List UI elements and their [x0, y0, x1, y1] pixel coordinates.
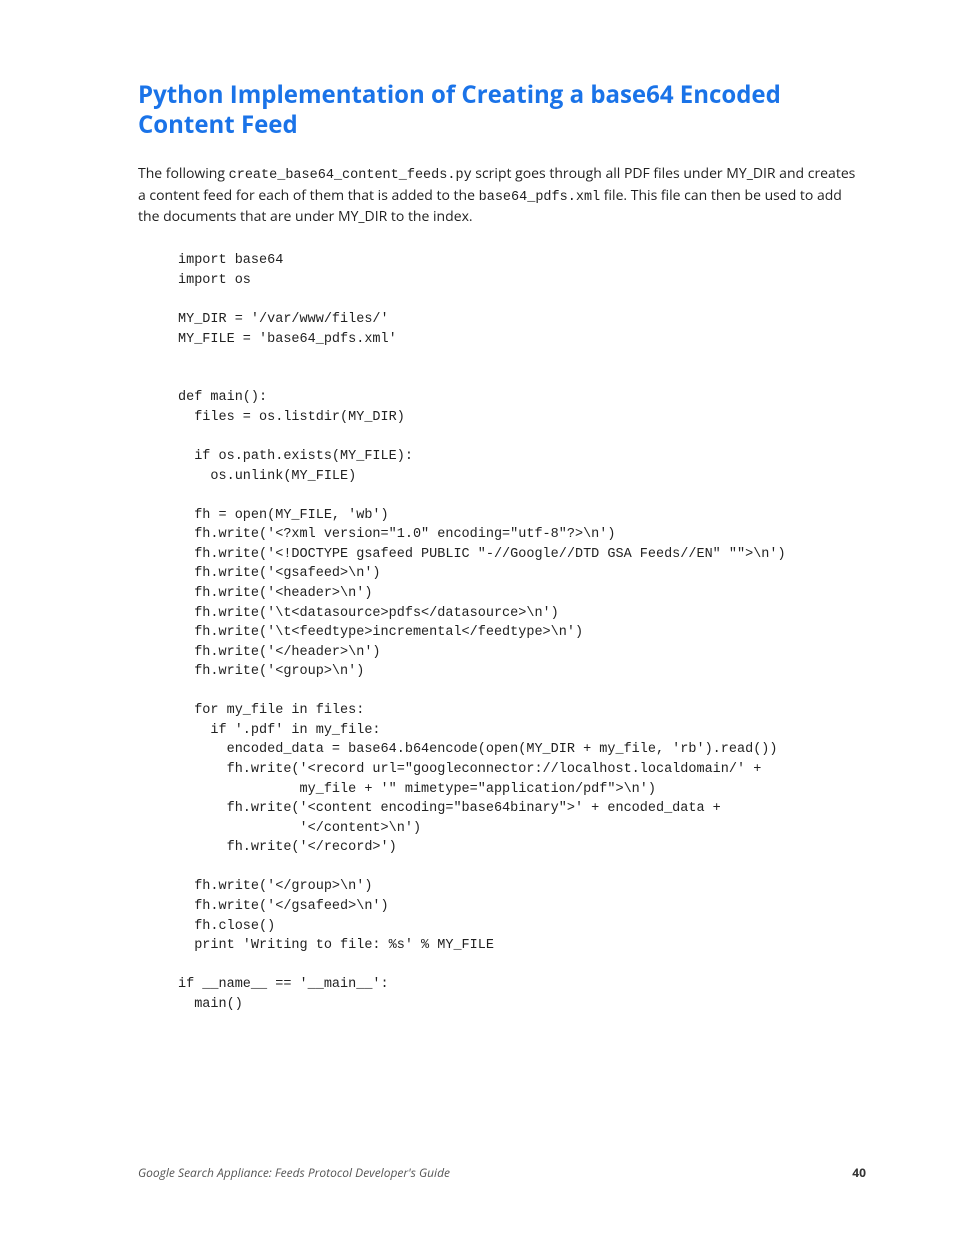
- footer-page-number: 40: [852, 1164, 866, 1181]
- intro-code-2: base64_pdfs.xml: [479, 190, 601, 205]
- code-block: import base64 import os MY_DIR = '/var/w…: [178, 251, 866, 1014]
- page-footer: Google Search Appliance: Feeds Protocol …: [138, 1164, 866, 1181]
- intro-code-1: create_base64_content_feeds.py: [229, 168, 472, 183]
- footer-title: Google Search Appliance: Feeds Protocol …: [138, 1164, 450, 1181]
- page-content: Python Implementation of Creating a base…: [0, 0, 954, 1014]
- intro-paragraph: The following create_base64_content_feed…: [138, 164, 866, 227]
- intro-text-1: The following: [138, 164, 229, 183]
- section-heading: Python Implementation of Creating a base…: [138, 80, 866, 140]
